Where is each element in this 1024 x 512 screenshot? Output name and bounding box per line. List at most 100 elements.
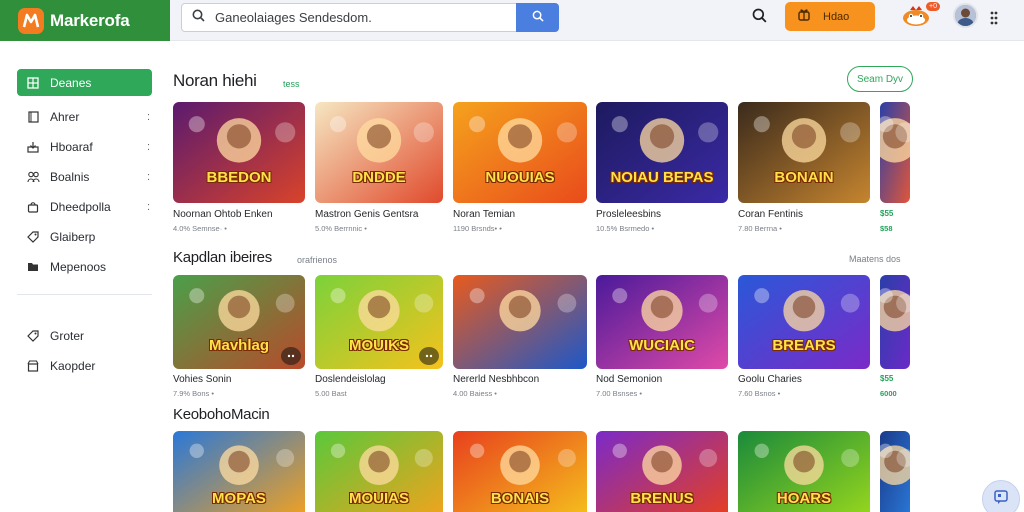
game-thumbnail[interactable]: NUOUIAS [453, 102, 587, 203]
game-title[interactable]: Vohies Sonin [173, 374, 231, 385]
doc-icon [26, 110, 40, 124]
thumbnail-title-art: NUOUIAS [485, 168, 555, 186]
sidebar-item-label: Boalnis [50, 169, 90, 184]
search-input[interactable] [215, 10, 505, 25]
sidebar-item-ahrer[interactable]: Ahrer : [17, 103, 152, 130]
game-thumbnail[interactable] [880, 275, 910, 369]
game-thumbnail[interactable]: WUCIAIC [596, 275, 728, 369]
more-vertical-icon[interactable] [990, 11, 998, 30]
game-thumbnail[interactable]: HOARS [738, 431, 870, 512]
game-title[interactable]: Coran Fentinis [738, 209, 803, 220]
game-title[interactable]: Doslendeislolag [315, 374, 386, 385]
search-icon [192, 9, 205, 27]
game-meta: 7.9% Bons • [173, 389, 214, 398]
game-meta: 10.5% Bsrmedo • [596, 224, 655, 233]
game-thumbnail[interactable]: MOPAS [173, 431, 305, 512]
sidebar-item-label: Deanes [50, 75, 92, 90]
game-thumbnail[interactable]: BONAIN [738, 102, 870, 203]
sidebar-item-kaopder[interactable]: Kaopder [17, 352, 152, 379]
game-thumbnail[interactable]: Mavhlag [173, 275, 305, 369]
section-title: Kapdlan ibeires [173, 249, 272, 266]
chevron-icon: : [146, 110, 150, 123]
sidebar-item-dheedpolla[interactable]: Dheedpolla : [17, 193, 152, 220]
play-icon[interactable] [419, 347, 439, 365]
chat-button[interactable] [982, 480, 1020, 512]
thumbnail-title-art: BONAIS [490, 490, 550, 508]
search-box[interactable] [181, 3, 517, 32]
promo-button[interactable]: Hdao [785, 2, 875, 31]
game-thumbnail[interactable] [453, 275, 587, 369]
game-title[interactable]: Noornan Ohtob Enken [173, 209, 273, 220]
sidebar: Deanes Ahrer : Hboaraf : Boalnis : Dheed… [0, 41, 170, 512]
sidebar-item-label: Dheedpolla [50, 199, 111, 214]
grid-icon [26, 76, 40, 90]
search-icon [532, 9, 544, 27]
game-thumbnail[interactable]: DNDDE [315, 102, 443, 203]
chat-icon [993, 489, 1009, 510]
game-thumbnail[interactable] [880, 431, 910, 512]
game-title[interactable]: Nererld Nesbhbcon [453, 374, 539, 385]
promo-label: Hdao [823, 10, 850, 23]
game-title[interactable]: Mastron Genis Gentsra [315, 209, 418, 220]
store-icon [26, 359, 40, 373]
chevron-icon: : [146, 170, 150, 183]
sidebar-item-label: Kaopder [50, 358, 96, 373]
people-icon [26, 170, 40, 184]
game-meta: 7.00 Bsnses • [596, 389, 642, 398]
section-subtitle: orafrienos [297, 255, 338, 265]
sidebar-item-label: Ahrer [50, 109, 80, 124]
game-title[interactable]: $55 [880, 209, 893, 218]
sidebar-item-games[interactable]: Deanes [17, 69, 152, 96]
game-thumbnail[interactable]: BONAIS [453, 431, 587, 512]
game-thumbnail[interactable]: NOIAU BEPAS [596, 102, 728, 203]
game-meta: 5.0% Berrnnic • [315, 224, 367, 233]
game-logo-icon [18, 7, 44, 34]
gift-icon [797, 7, 811, 26]
brand[interactable]: Markerofa [0, 0, 170, 41]
game-thumbnail[interactable]: BREARS [738, 275, 870, 369]
game-meta: 4.0% Semnse· • [173, 224, 227, 233]
search-icon[interactable] [752, 8, 767, 28]
section-title: KeobohoMacin [173, 406, 270, 423]
game-meta: $58 [880, 224, 893, 233]
game-thumbnail[interactable]: BRENUS [596, 431, 728, 512]
game-thumbnail[interactable] [880, 102, 910, 203]
sidebar-item-groter[interactable]: Groter [17, 322, 152, 349]
game-thumbnail[interactable]: MOUIAS [315, 431, 443, 512]
avatar[interactable] [953, 3, 978, 28]
thumbnail-title-art: DNDDE [352, 168, 406, 186]
sidebar-item-glaiberp[interactable]: Glaiberp [17, 223, 152, 250]
thumbnail-title-art: BRENUS [630, 490, 694, 508]
play-icon[interactable] [281, 347, 301, 365]
search-button[interactable] [516, 3, 559, 32]
game-title[interactable]: $55 [880, 374, 893, 383]
sidebar-divider [17, 294, 152, 295]
download-icon [26, 140, 40, 154]
tag-icon [26, 230, 40, 244]
section-subtitle: tess [283, 79, 300, 89]
top-bar: Markerofa Hdao +0 [0, 0, 1024, 41]
thumbnail-title-art: WUCIAIC [629, 337, 695, 355]
section-title: Noran hiehi [173, 71, 257, 90]
see-all-button[interactable]: Seam Dyv [847, 66, 913, 92]
game-thumbnail[interactable]: MOUIKS [315, 275, 443, 369]
game-title[interactable]: Prosleleesbins [596, 209, 661, 220]
game-title[interactable]: Goolu Charies [738, 374, 802, 385]
folder-icon [26, 260, 40, 274]
thumbnail-title-art: BREARS [772, 337, 836, 355]
game-title[interactable]: Nod Semonion [596, 374, 662, 385]
game-title[interactable]: Noran Temian [453, 209, 515, 220]
thumbnail-title-art: BBEDON [206, 168, 272, 186]
chevron-icon: : [146, 200, 150, 213]
sidebar-item-hboaraf[interactable]: Hboaraf : [17, 133, 152, 160]
brand-name: Markerofa [50, 10, 130, 30]
more-link[interactable]: Maatens dos [849, 254, 901, 264]
sidebar-item-boalnis[interactable]: Boalnis : [17, 163, 152, 190]
game-thumbnail[interactable]: BBEDON [173, 102, 305, 203]
thumbnail-title-art: NOIAU BEPAS [610, 168, 714, 186]
sidebar-item-mepenoos[interactable]: Mepenoos [17, 253, 152, 280]
mascot-icon[interactable]: +0 [900, 2, 940, 29]
sidebar-item-label: Glaiberp [50, 229, 96, 244]
chevron-icon: : [146, 140, 150, 153]
thumbnail-title-art: MOUIAS [349, 490, 409, 508]
